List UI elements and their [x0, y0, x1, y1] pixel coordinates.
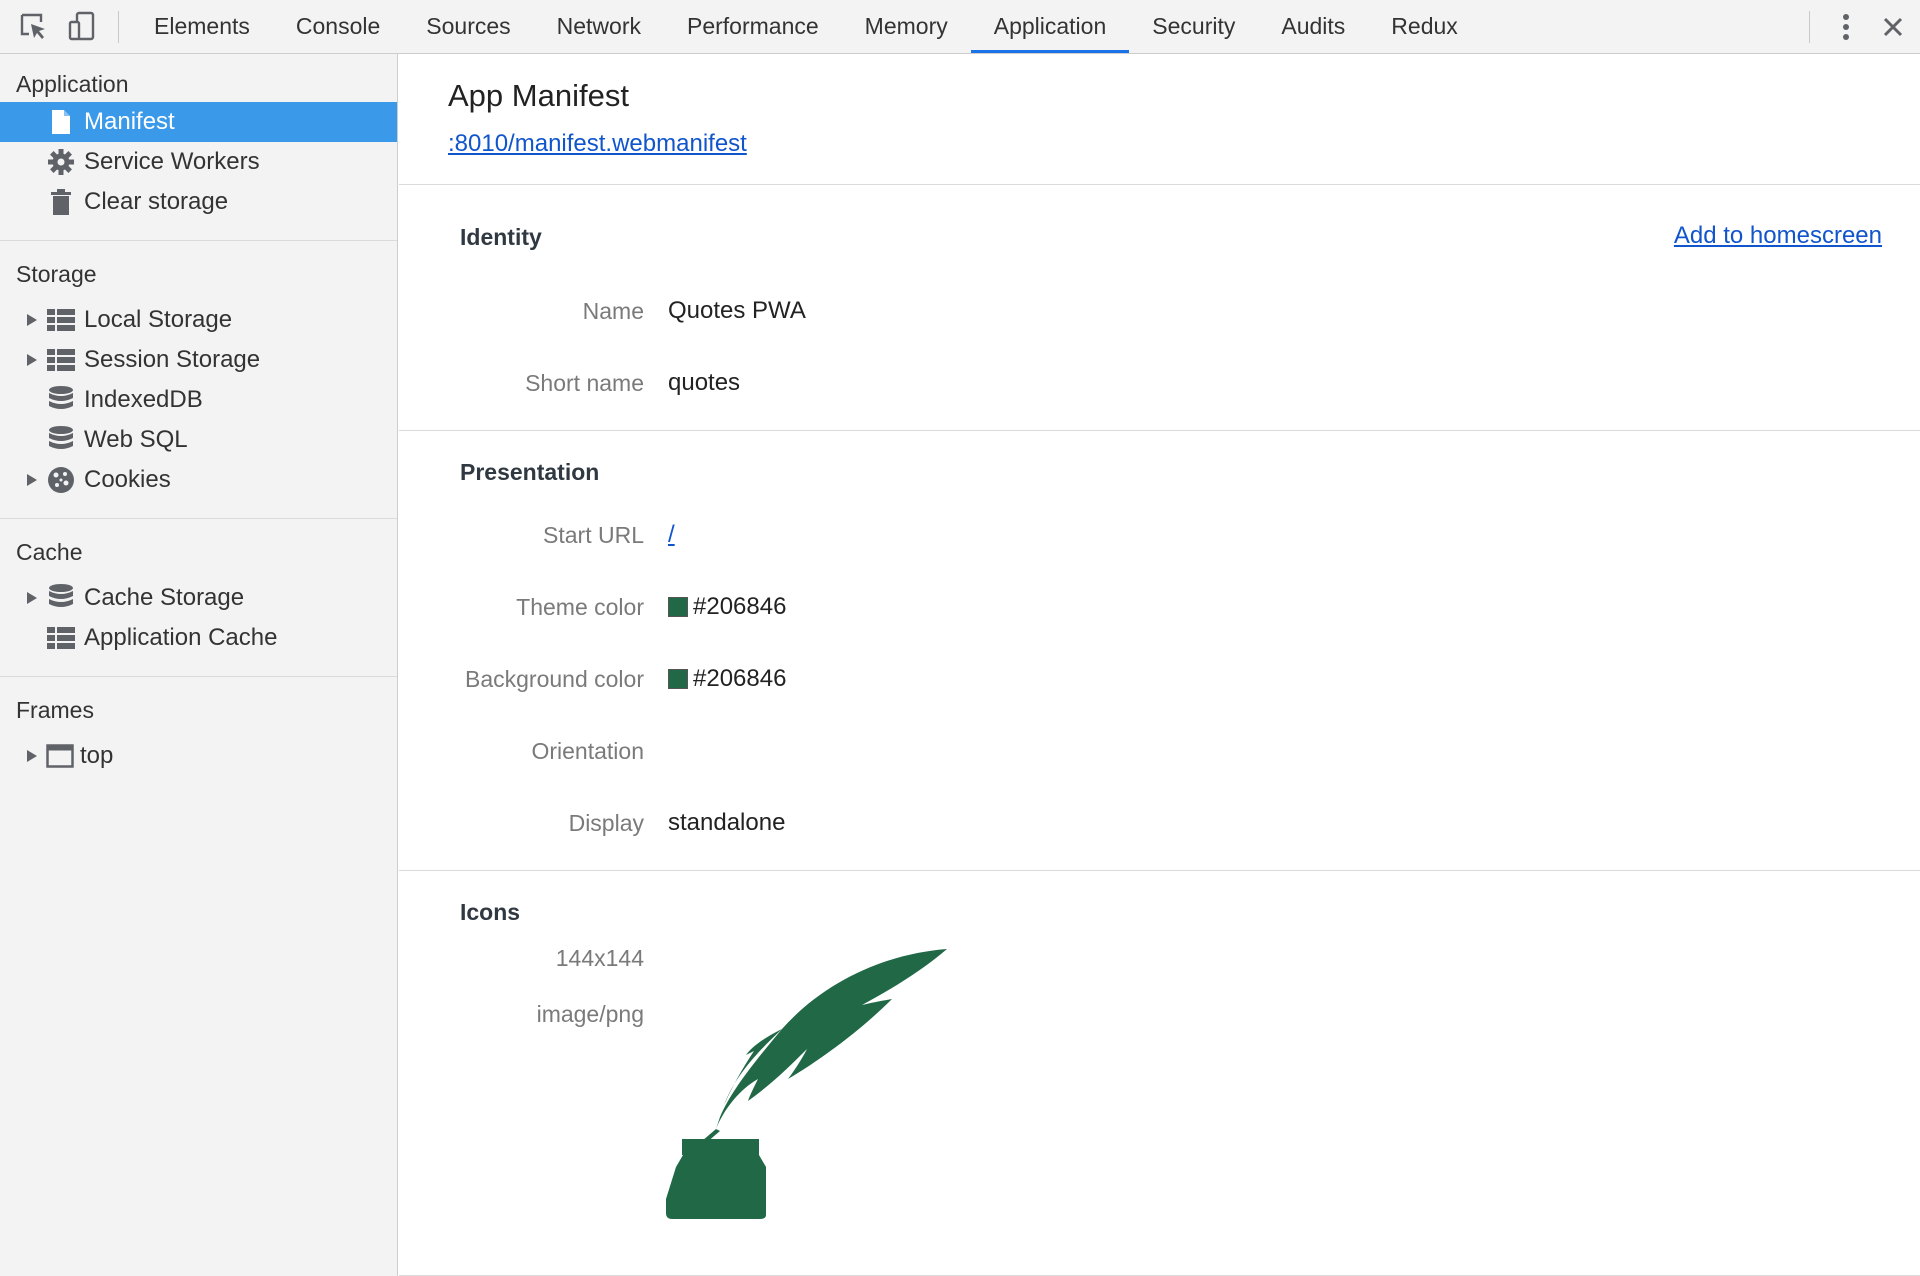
sidebar-section-frames: Frames top	[0, 677, 397, 776]
field-row-name: Name Quotes PWA	[399, 275, 1920, 347]
sidebar-item-label: Cookies	[84, 466, 171, 493]
field-value-background-color: #206846	[693, 665, 787, 692]
tab-sources[interactable]: Sources	[403, 0, 533, 53]
sidebar-section-application: Application Manifest Service Workers Cle…	[0, 54, 397, 241]
expand-arrow-icon[interactable]	[26, 313, 46, 327]
database-icon	[46, 385, 76, 415]
tab-audits[interactable]: Audits	[1258, 0, 1368, 53]
tab-redux[interactable]: Redux	[1368, 0, 1480, 53]
field-row-display: Display standalone	[399, 787, 1920, 859]
inspect-element-icon[interactable]	[10, 0, 58, 53]
sidebar-item-manifest[interactable]: Manifest	[0, 102, 397, 142]
close-icon[interactable]	[1866, 0, 1920, 53]
field-row-start-url: Start URL /	[399, 499, 1920, 571]
sidebar-heading-frames: Frames	[16, 697, 94, 723]
tab-network[interactable]: Network	[534, 0, 664, 53]
toolbar-divider	[1809, 10, 1810, 43]
expand-arrow-icon[interactable]	[26, 353, 46, 367]
database-icon	[46, 583, 76, 613]
sidebar-item-indexeddb[interactable]: IndexedDB	[0, 380, 397, 420]
field-value-name: Quotes PWA	[668, 297, 806, 324]
tab-application[interactable]: Application	[970, 0, 1130, 53]
section-title-presentation: Presentation	[460, 459, 600, 485]
field-row-theme-color: Theme color #206846	[399, 571, 1920, 643]
color-swatch[interactable]	[668, 669, 688, 689]
sidebar-item-label: Clear storage	[84, 188, 229, 215]
database-icon	[46, 425, 76, 455]
sidebar-section-cache: Cache Cache Storage Application Cache	[0, 519, 397, 677]
quill-inkwell-icon	[662, 929, 952, 1224]
field-row-orientation: Orientation	[399, 715, 1920, 787]
add-to-homescreen-link[interactable]: Add to homescreen	[1674, 222, 1882, 250]
more-options-icon[interactable]	[1826, 0, 1866, 53]
icon-size-label: 144x144	[555, 945, 644, 971]
sidebar-item-web-sql[interactable]: Web SQL	[0, 420, 397, 460]
sidebar-heading-storage: Storage	[16, 261, 97, 287]
sidebar-item-clear-storage[interactable]: Clear storage	[0, 182, 397, 222]
document-icon	[46, 107, 76, 137]
sidebar-item-application-cache[interactable]: Application Cache	[0, 618, 397, 658]
field-label: Theme color	[516, 593, 644, 620]
field-label: Short name	[525, 369, 644, 396]
identity-section: Identity Add to homescreen Name Quotes P…	[399, 185, 1920, 431]
field-label: Background color	[465, 665, 644, 692]
table-grid-icon	[46, 623, 76, 653]
sidebar-item-label: Service Workers	[84, 148, 260, 175]
toolbar-divider	[118, 10, 119, 43]
field-row-background-color: Background color #206846	[399, 643, 1920, 715]
manifest-url-link[interactable]: :8010/manifest.webmanifest	[448, 130, 747, 157]
sidebar-item-local-storage[interactable]: Local Storage	[0, 300, 397, 340]
field-row-short-name: Short name quotes	[399, 347, 1920, 419]
sidebar-section-storage: Storage Local Storage Session Storage In…	[0, 241, 397, 519]
sidebar-item-label: Local Storage	[84, 306, 233, 333]
field-label: Display	[568, 809, 644, 836]
field-label: Start URL	[543, 521, 644, 548]
tab-performance[interactable]: Performance	[664, 0, 842, 53]
sidebar-item-label: Session Storage	[84, 346, 261, 373]
expand-arrow-icon[interactable]	[26, 749, 46, 763]
sidebar-item-label: top	[80, 742, 114, 769]
table-grid-icon	[46, 345, 76, 375]
sidebar-item-service-workers[interactable]: Service Workers	[0, 142, 397, 182]
sidebar-item-label: Cache Storage	[84, 584, 245, 611]
trash-icon	[46, 187, 76, 217]
icon-type-label: image/png	[536, 1001, 644, 1027]
field-value-display: standalone	[668, 809, 786, 836]
field-value-theme-color: #206846	[693, 593, 787, 620]
expand-arrow-icon[interactable]	[26, 591, 46, 605]
sidebar-item-label: Web SQL	[84, 426, 188, 453]
tab-elements[interactable]: Elements	[131, 0, 273, 53]
field-label: Orientation	[531, 737, 644, 764]
section-title-icons: Icons	[460, 899, 521, 925]
sidebar-item-cache-storage[interactable]: Cache Storage	[0, 578, 397, 618]
presentation-section: Presentation Start URL / Theme color #20…	[399, 431, 1920, 871]
sidebar-item-cookies[interactable]: Cookies	[0, 460, 397, 500]
devtools-toolbar: Elements Console Sources Network Perform…	[0, 0, 1920, 54]
page-title: App Manifest	[448, 78, 629, 113]
device-toolbar-icon[interactable]	[58, 0, 106, 53]
start-url-link[interactable]: /	[668, 521, 675, 549]
sidebar-item-label: Application Cache	[84, 624, 278, 651]
icons-section: Icons 144x144 image/png	[399, 871, 1920, 1276]
sidebar-item-frame-top[interactable]: top	[0, 736, 397, 776]
table-grid-icon	[46, 305, 76, 335]
tab-console[interactable]: Console	[273, 0, 403, 53]
manifest-panel: App Manifest :8010/manifest.webmanifest …	[399, 54, 1920, 1276]
field-value-short-name: quotes	[668, 369, 741, 396]
expand-arrow-icon[interactable]	[26, 473, 46, 487]
panel-tabs: Elements Console Sources Network Perform…	[131, 0, 1481, 53]
cookie-icon	[46, 465, 76, 495]
sidebar-item-label: Manifest	[84, 108, 175, 135]
tab-memory[interactable]: Memory	[842, 0, 971, 53]
sidebar-heading-cache: Cache	[16, 539, 83, 565]
gear-icon	[46, 147, 76, 177]
sidebar: Application Manifest Service Workers Cle…	[0, 54, 398, 1276]
frame-window-icon	[46, 741, 74, 771]
tab-security[interactable]: Security	[1129, 0, 1258, 53]
sidebar-item-label: IndexedDB	[84, 386, 203, 413]
field-label: Name	[582, 297, 644, 324]
sidebar-item-session-storage[interactable]: Session Storage	[0, 340, 397, 380]
color-swatch[interactable]	[668, 597, 688, 617]
manifest-header: App Manifest :8010/manifest.webmanifest	[399, 54, 1920, 185]
